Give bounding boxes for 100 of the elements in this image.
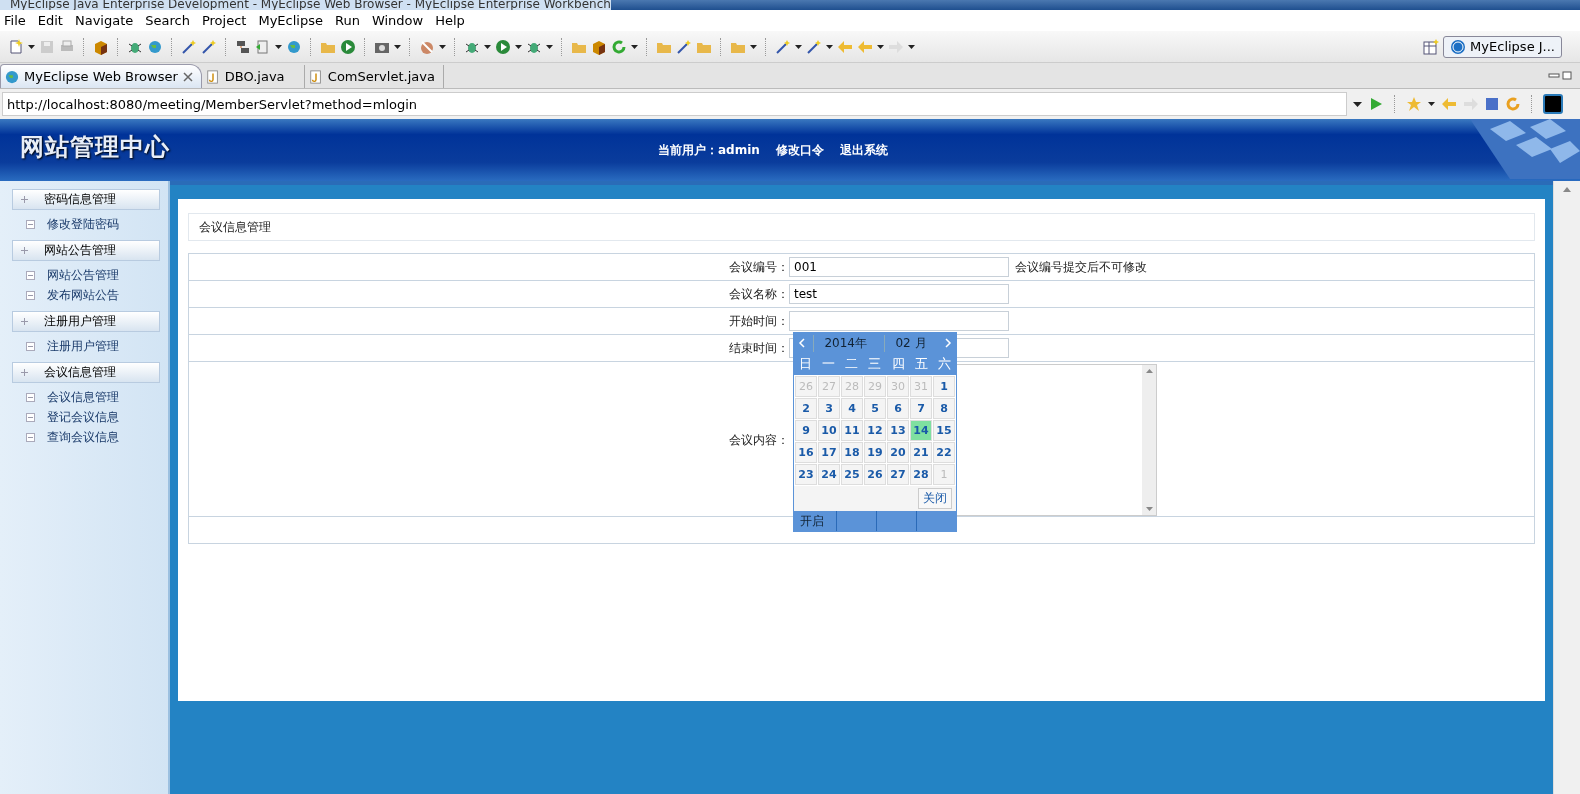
go-icon[interactable] [1368,96,1384,112]
dropdown-caret-icon[interactable] [908,44,915,49]
calendar-day[interactable]: 19 [864,442,886,463]
dropdown-caret-icon[interactable] [877,44,884,49]
sidebar-link[interactable]: 注册用户管理 [47,337,119,355]
menu-item[interactable]: Project [197,13,255,28]
editor-tab[interactable]: ComServlet.java [304,65,444,88]
dropdown-caret-icon[interactable] [546,44,553,49]
box-icon[interactable] [591,38,607,55]
menu-item[interactable]: File [0,13,34,28]
sidebar-link[interactable]: 发布网站公告 [47,286,119,304]
calendar-day[interactable]: 15 [933,420,955,441]
calendar-day[interactable]: 2 [795,398,817,419]
calendar-day[interactable]: 3 [818,398,840,419]
calendar-day[interactable]: 23 [795,464,817,485]
run-icon[interactable] [495,38,511,55]
scroll-up-icon[interactable] [1145,369,1153,373]
weekday-label: 六 [936,355,952,373]
close-icon[interactable] [182,71,193,82]
menu-item[interactable]: Navigate [70,13,142,28]
calendar-day[interactable]: 21 [910,442,932,463]
dropdown-caret-icon[interactable] [394,44,401,49]
perspective-button[interactable]: MyEclipse J... [1443,35,1562,58]
menu-item[interactable]: MyEclipse [254,13,331,28]
square-icon[interactable] [1543,94,1563,114]
editor-tab[interactable]: MyEclipse Web Browser [0,64,202,88]
wand-icon[interactable] [201,38,217,55]
calendar-day[interactable]: 18 [841,442,863,463]
scroll-down-icon[interactable] [1145,507,1153,511]
dropdown-caret-icon[interactable] [795,44,802,49]
calendar-day[interactable]: 8 [933,398,955,419]
menu-item[interactable]: Run [330,13,368,28]
input-field[interactable]: 001 [789,257,1009,277]
menu-item[interactable]: Window [367,13,432,28]
sidebar-link[interactable]: 修改登陆密码 [47,215,119,233]
menu-item[interactable]: Search [141,13,198,28]
calendar-day[interactable]: 17 [818,442,840,463]
maximize-icon[interactable] [1562,70,1574,81]
star-icon[interactable] [1406,96,1422,112]
dropdown-caret-icon[interactable] [1428,102,1435,106]
header-link[interactable]: 退出系统 [839,141,888,159]
server-icon[interactable] [235,38,251,55]
dropdown-caret-icon[interactable] [515,44,522,49]
calendar-day[interactable]: 6 [887,398,909,419]
calendar-day[interactable]: 12 [864,420,886,441]
editor-tab[interactable]: DBO.java [201,65,305,88]
dropdown-caret-icon[interactable] [28,44,35,49]
input-field[interactable]: test [789,284,1009,304]
calendar-day[interactable]: 16 [795,442,817,463]
calendar-day[interactable]: 4 [841,398,863,419]
header-link[interactable]: 修改口令 [775,141,824,159]
calendar-day[interactable]: 14 [910,420,932,441]
month-selector[interactable]: 02 月 [884,334,937,352]
dropdown-caret-icon[interactable] [275,44,282,49]
calendar-day[interactable]: 28 [910,464,932,485]
year-selector[interactable]: 2014年 [813,334,877,352]
dropdown-caret-icon[interactable] [1353,101,1362,107]
calendar-day[interactable]: 24 [818,464,840,485]
calendar-day[interactable]: 26 [864,464,886,485]
calendar-day[interactable]: 11 [841,420,863,441]
open-perspective-icon[interactable] [1423,38,1440,55]
calendar-day[interactable]: 27 [887,464,909,485]
calendar-day[interactable]: 9 [795,420,817,441]
calendar-day[interactable]: 20 [887,442,909,463]
sidebar-link[interactable]: 会议信息管理 [47,388,119,406]
sidebar-link[interactable]: 登记会议信息 [47,408,119,426]
minimize-icon[interactable] [1548,70,1560,81]
sidebar-link[interactable]: 查询会议信息 [47,428,119,446]
address-field[interactable]: http://localhost:8080/meeting/MemberServlet?method=mlogin [2,92,1347,116]
scroll-up-icon[interactable] [1563,187,1571,192]
menu-item[interactable]: Edit [33,13,71,28]
wand-icon[interactable] [676,38,692,55]
page-heading: 会议信息管理 [188,213,1535,241]
run-icon[interactable] [340,38,356,55]
dropdown-caret-icon[interactable] [484,44,491,49]
box-icon[interactable] [93,38,109,55]
dropdown-caret-icon[interactable] [631,44,638,49]
calendar-day[interactable]: 1 [933,376,955,397]
calendar-day[interactable]: 7 [910,398,932,419]
dropdown-caret-icon[interactable] [750,44,757,49]
wand-icon[interactable] [806,38,822,55]
wand-icon[interactable] [775,38,791,55]
sidebar-section-header[interactable]: 网站公告管理 [12,240,160,261]
calendar-day[interactable]: 25 [841,464,863,485]
calendar-day[interactable]: 10 [818,420,840,441]
calendar-day[interactable]: 13 [887,420,909,441]
sidebar-section-header[interactable]: 密码信息管理 [12,189,160,210]
close-button[interactable]: 关闭 [918,488,952,509]
dropdown-caret-icon[interactable] [826,44,833,49]
sidebar-link[interactable]: 网站公告管理 [47,266,119,284]
calendar-day[interactable]: 22 [933,442,955,463]
calendar-day[interactable]: 5 [864,398,886,419]
dropdown-caret-icon[interactable] [439,44,446,49]
sidebar-section-header[interactable]: 注册用户管理 [12,311,160,332]
menu-item[interactable]: Help [431,13,473,28]
wand-icon[interactable] [181,38,197,55]
weekday-label: 四 [890,355,906,373]
input-field[interactable] [789,311,1009,331]
sidebar-section-header[interactable]: 会议信息管理 [12,362,160,383]
stop-icon[interactable] [1485,97,1499,111]
